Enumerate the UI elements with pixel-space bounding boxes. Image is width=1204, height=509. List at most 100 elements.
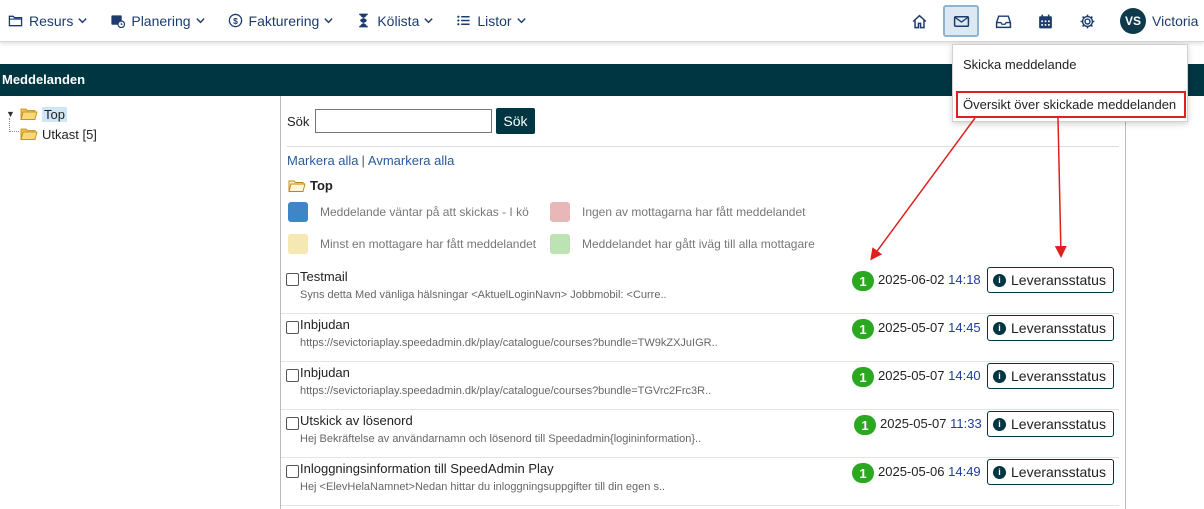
folder-tree: ▼ Top Utkast [5] [6, 104, 97, 144]
message-date: 2025-05-07 [878, 368, 945, 383]
info-icon: i [993, 465, 1006, 479]
message-timestamp: 2025-05-07 11:33 [880, 416, 982, 431]
legend-item-none-received: Ingen av mottagarna har fått meddelandet [550, 202, 805, 222]
inbox-button[interactable] [985, 5, 1021, 37]
message-checkbox[interactable] [286, 465, 299, 478]
message-timestamp: 2025-05-06 14:49 [878, 464, 981, 479]
selection-links: Markera alla | Avmarkera alla [287, 153, 454, 168]
info-icon: i [993, 321, 1006, 335]
message-preview: Syns detta Med vänliga hälsningar <Aktue… [300, 289, 667, 301]
tree-item-drafts[interactable]: Utkast [5] [6, 124, 97, 144]
nav-planering[interactable]: Planering [110, 13, 205, 29]
message-preview: https://sevictoriaplay.speedadmin.dk/pla… [300, 337, 718, 349]
message-row[interactable]: Inbjudan https://sevictoriaplay.speedadm… [281, 362, 1126, 410]
delivery-status-button[interactable]: i Leveransstatus [987, 267, 1114, 293]
current-folder-name: Top [310, 178, 333, 193]
current-folder-title: Top [288, 178, 333, 193]
message-date: 2025-06-02 [878, 272, 945, 287]
chevron-down-icon [195, 18, 205, 24]
search-row: Sök Sök [287, 108, 535, 134]
legend-item-some-received: Minst en mottagare har fått meddelandet [288, 234, 536, 254]
delivery-status-button[interactable]: i Leveransstatus [987, 363, 1114, 389]
legend-item-queued: Meddelande väntar på att skickas - I kö [288, 202, 529, 222]
message-checkbox[interactable] [286, 417, 299, 430]
message-timestamp: 2025-06-02 14:18 [878, 272, 981, 287]
nav-kolista[interactable]: Kölista [356, 13, 434, 29]
menu-item-sent-overview[interactable]: Översikt över skickade meddelanden [956, 91, 1186, 118]
delivery-status-label: Leveransstatus [1011, 368, 1106, 384]
delivery-status-label: Leveransstatus [1011, 320, 1106, 336]
nav-resurs-label: Resurs [29, 12, 74, 29]
svg-text:$: $ [233, 16, 238, 26]
nav-planering-label: Planering [131, 12, 191, 29]
recipient-count-badge: 1 [852, 367, 874, 387]
recipient-count-badge: 1 [852, 319, 874, 339]
divider [287, 146, 1119, 147]
legend-swatch [550, 202, 570, 222]
delivery-status-button[interactable]: i Leveransstatus [987, 315, 1114, 341]
message-row[interactable]: Inbjudan https://sevictoriaplay.speedadm… [281, 314, 1126, 362]
message-row[interactable]: Utskick av lösenord Hej Bekräftelse av a… [281, 410, 1126, 458]
calendar-button[interactable] [1027, 5, 1063, 37]
message-title[interactable]: Inbjudan [300, 365, 350, 380]
delivery-status-label: Leveransstatus [1011, 416, 1106, 432]
message-time: 14:18 [948, 272, 981, 287]
list-icon [457, 15, 470, 26]
deselect-all-link[interactable]: Avmarkera alla [368, 153, 454, 168]
legend-label: Meddelande väntar på att skickas - I kö [320, 205, 529, 219]
home-icon [912, 14, 926, 28]
info-icon: i [993, 417, 1006, 431]
gear-icon [1080, 14, 1094, 28]
search-input[interactable] [315, 109, 493, 133]
message-timestamp: 2025-05-07 14:40 [878, 368, 981, 383]
legend-label: Minst en mottagare har fått meddelandet [320, 237, 537, 251]
message-checkbox[interactable] [286, 369, 299, 382]
hourglass-icon [359, 13, 369, 28]
message-row[interactable]: Testmail Syns detta Med vänliga hälsning… [281, 266, 1126, 314]
mail-button[interactable] [943, 5, 979, 37]
nav-fakturering[interactable]: $ Fakturering [228, 13, 335, 29]
settings-button[interactable] [1069, 5, 1105, 37]
home-button[interactable] [901, 5, 937, 37]
legend-swatch [288, 234, 308, 254]
legend-label: Meddelandet har gått iväg till alla mott… [582, 237, 815, 251]
message-row[interactable]: Inloggningsinformation till SpeedAdmin P… [281, 458, 1126, 506]
message-list-panel: Sök Sök Markera alla | Avmarkera alla Top … [280, 96, 1126, 509]
message-time: 14:45 [948, 320, 981, 335]
select-all-link[interactable]: Markera alla [287, 153, 359, 168]
collapse-icon[interactable]: ▼ [6, 109, 20, 119]
menu-item-send-message[interactable]: Skicka meddelande [953, 57, 1187, 72]
nav-kolista-label: Kölista [377, 12, 420, 29]
inbox-icon [995, 14, 1011, 28]
delivery-status-button[interactable]: i Leveransstatus [987, 411, 1114, 437]
calendar-icon [1038, 14, 1052, 28]
message-date: 2025-05-07 [878, 320, 945, 335]
message-time: 14:49 [948, 464, 981, 479]
folder-open-icon [20, 128, 38, 140]
tree-item-top[interactable]: ▼ Top [6, 104, 97, 124]
message-date: 2025-05-06 [878, 464, 945, 479]
message-preview: Hej Bekräftelse av användarnamn och löse… [300, 433, 702, 445]
nav-menu: Resurs Planering $ Fakturering Kölista L… [0, 13, 549, 29]
avatar[interactable]: VS [1120, 8, 1146, 34]
message-title[interactable]: Utskick av lösenord [300, 413, 413, 428]
link-separator: | [361, 153, 365, 168]
nav-listor-label: Listor [477, 12, 512, 29]
username[interactable]: Victoria [1152, 13, 1204, 29]
mail-dropdown-menu: Skicka meddelande Översikt över skickade… [952, 44, 1188, 122]
legend-swatch [550, 234, 570, 254]
message-checkbox[interactable] [286, 273, 299, 286]
message-time: 11:33 [950, 416, 982, 431]
message-title[interactable]: Inloggningsinformation till SpeedAdmin P… [300, 461, 554, 476]
nav-fakturering-label: Fakturering [248, 12, 320, 29]
search-button[interactable]: Sök [496, 108, 535, 134]
message-checkbox[interactable] [286, 321, 299, 334]
search-label: Sök [287, 113, 310, 129]
message-title[interactable]: Inbjudan [300, 317, 350, 332]
nav-resurs[interactable]: Resurs [8, 13, 88, 29]
nav-listor[interactable]: Listor [456, 13, 526, 29]
delivery-status-button[interactable]: i Leveransstatus [987, 459, 1114, 485]
message-title[interactable]: Testmail [300, 269, 348, 284]
legend-item-all-received: Meddelandet har gått iväg till alla mott… [550, 234, 815, 254]
legend-swatch [288, 202, 308, 222]
